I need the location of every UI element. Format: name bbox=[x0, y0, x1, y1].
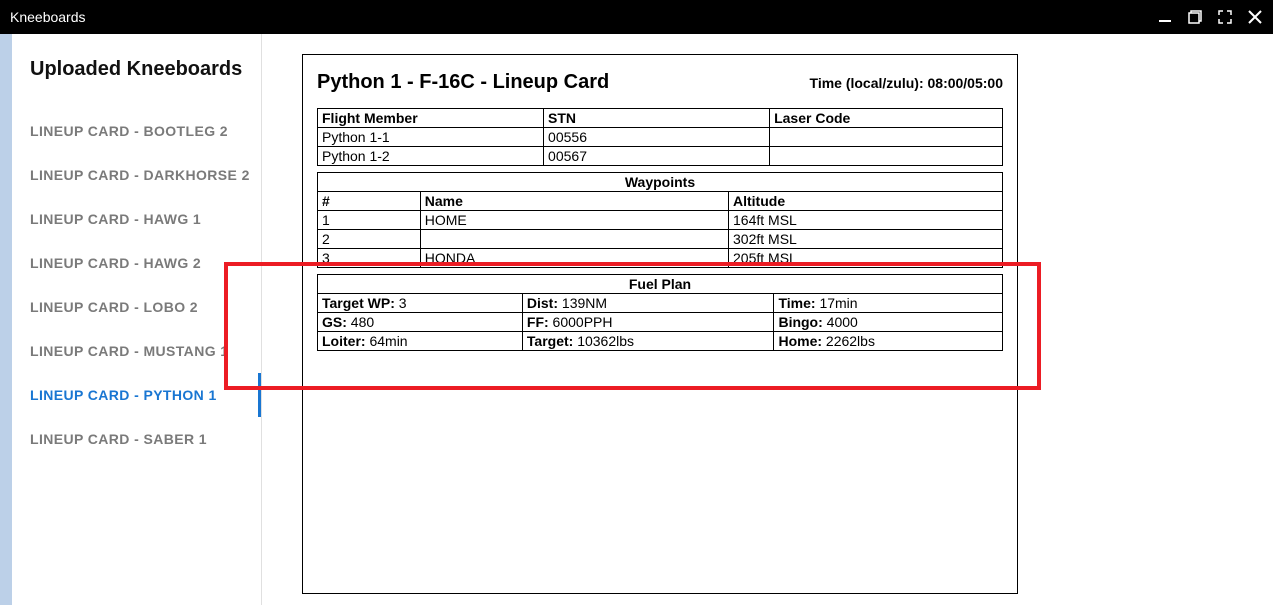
fuel-plan-table: Fuel Plan Target WP: 3 Dist: 139NM Time:… bbox=[317, 274, 1003, 351]
cell-home: Home: 2262lbs bbox=[774, 332, 1003, 351]
cell-wp-num: 3 bbox=[318, 249, 421, 268]
cell-laser bbox=[770, 128, 1003, 147]
close-icon[interactable] bbox=[1247, 9, 1263, 25]
waypoints-header: Waypoints bbox=[318, 173, 1003, 192]
cell-target: Target: 10362lbs bbox=[522, 332, 774, 351]
sidebar-item-label: LINEUP CARD - HAWG 2 bbox=[30, 255, 201, 271]
cell-wp-alt: 205ft MSL bbox=[729, 249, 1003, 268]
table-row: Python 1-1 00556 bbox=[318, 128, 1003, 147]
cell-gs: GS: 480 bbox=[318, 313, 523, 332]
cell-stn: 00556 bbox=[544, 128, 770, 147]
cell-target-wp: Target WP: 3 bbox=[318, 294, 523, 313]
card-time: Time (local/zulu): 08:00/05:00 bbox=[810, 75, 1003, 91]
minimize-icon[interactable] bbox=[1157, 9, 1173, 25]
sidebar-item-python-1[interactable]: LINEUP CARD - PYTHON 1 bbox=[30, 373, 261, 417]
sidebar-item-label: LINEUP CARD - SABER 1 bbox=[30, 431, 207, 447]
col-wp-num: # bbox=[318, 192, 421, 211]
cell-wp-alt: 164ft MSL bbox=[729, 211, 1003, 230]
window-controls bbox=[1157, 9, 1263, 25]
table-row: 3 HONDA 205ft MSL bbox=[318, 249, 1003, 268]
sidebar: Uploaded Kneeboards LINEUP CARD - BOOTLE… bbox=[12, 34, 262, 605]
sidebar-item-hawg-1[interactable]: LINEUP CARD - HAWG 1 bbox=[30, 197, 261, 241]
fullscreen-icon[interactable] bbox=[1217, 9, 1233, 25]
cell-wp-name bbox=[420, 230, 728, 249]
cell-member: Python 1-1 bbox=[318, 128, 544, 147]
col-stn: STN bbox=[544, 109, 770, 128]
sidebar-item-label: LINEUP CARD - BOOTLEG 2 bbox=[30, 123, 228, 139]
restore-icon[interactable] bbox=[1187, 9, 1203, 25]
col-wp-name: Name bbox=[420, 192, 728, 211]
cell-ff: FF: 6000PPH bbox=[522, 313, 774, 332]
sidebar-item-bootleg-2[interactable]: LINEUP CARD - BOOTLEG 2 bbox=[30, 109, 261, 153]
col-laser-code: Laser Code bbox=[770, 109, 1003, 128]
col-flight-member: Flight Member bbox=[318, 109, 544, 128]
cell-wp-alt: 302ft MSL bbox=[729, 230, 1003, 249]
waypoints-table: Waypoints # Name Altitude 1 HOME 164ft M… bbox=[317, 172, 1003, 268]
cell-dist: Dist: 139NM bbox=[522, 294, 774, 313]
col-wp-alt: Altitude bbox=[729, 192, 1003, 211]
window-title: Kneeboards bbox=[10, 9, 86, 25]
table-row: Loiter: 64min Target: 10362lbs Home: 226… bbox=[318, 332, 1003, 351]
cell-member: Python 1-2 bbox=[318, 147, 544, 166]
table-row: 2 302ft MSL bbox=[318, 230, 1003, 249]
sidebar-title: Uploaded Kneeboards bbox=[30, 58, 261, 81]
fuel-header: Fuel Plan bbox=[318, 275, 1003, 294]
table-row: GS: 480 FF: 6000PPH Bingo: 4000 bbox=[318, 313, 1003, 332]
sidebar-item-label: LINEUP CARD - DARKHORSE 2 bbox=[30, 167, 250, 183]
cell-laser bbox=[770, 147, 1003, 166]
table-row: 1 HOME 164ft MSL bbox=[318, 211, 1003, 230]
cell-wp-num: 1 bbox=[318, 211, 421, 230]
sidebar-item-lobo-2[interactable]: LINEUP CARD - LOBO 2 bbox=[30, 285, 261, 329]
main-panel: Python 1 - F-16C - Lineup Card Time (loc… bbox=[262, 34, 1273, 605]
flight-member-table: Flight Member STN Laser Code Python 1-1 … bbox=[317, 108, 1003, 166]
cell-time: Time: 17min bbox=[774, 294, 1003, 313]
cell-wp-name: HONDA bbox=[420, 249, 728, 268]
lineup-card: Python 1 - F-16C - Lineup Card Time (loc… bbox=[302, 54, 1018, 594]
sidebar-item-label: LINEUP CARD - LOBO 2 bbox=[30, 299, 198, 315]
cell-stn: 00567 bbox=[544, 147, 770, 166]
sidebar-item-label: LINEUP CARD - MUSTANG 1 bbox=[30, 343, 228, 359]
cell-bingo: Bingo: 4000 bbox=[774, 313, 1003, 332]
sidebar-item-hawg-2[interactable]: LINEUP CARD - HAWG 2 bbox=[30, 241, 261, 285]
sidebar-item-label: LINEUP CARD - PYTHON 1 bbox=[30, 387, 217, 403]
sidebar-item-darkhorse-2[interactable]: LINEUP CARD - DARKHORSE 2 bbox=[30, 153, 261, 197]
table-row: Target WP: 3 Dist: 139NM Time: 17min bbox=[318, 294, 1003, 313]
cell-loiter: Loiter: 64min bbox=[318, 332, 523, 351]
titlebar: Kneeboards bbox=[0, 0, 1273, 34]
table-row: Python 1-2 00567 bbox=[318, 147, 1003, 166]
sidebar-item-mustang-1[interactable]: LINEUP CARD - MUSTANG 1 bbox=[30, 329, 261, 373]
sidebar-item-saber-1[interactable]: LINEUP CARD - SABER 1 bbox=[30, 417, 261, 461]
sidebar-item-label: LINEUP CARD - HAWG 1 bbox=[30, 211, 201, 227]
card-title: Python 1 - F-16C - Lineup Card bbox=[317, 71, 609, 94]
cell-wp-num: 2 bbox=[318, 230, 421, 249]
cell-wp-name: HOME bbox=[420, 211, 728, 230]
